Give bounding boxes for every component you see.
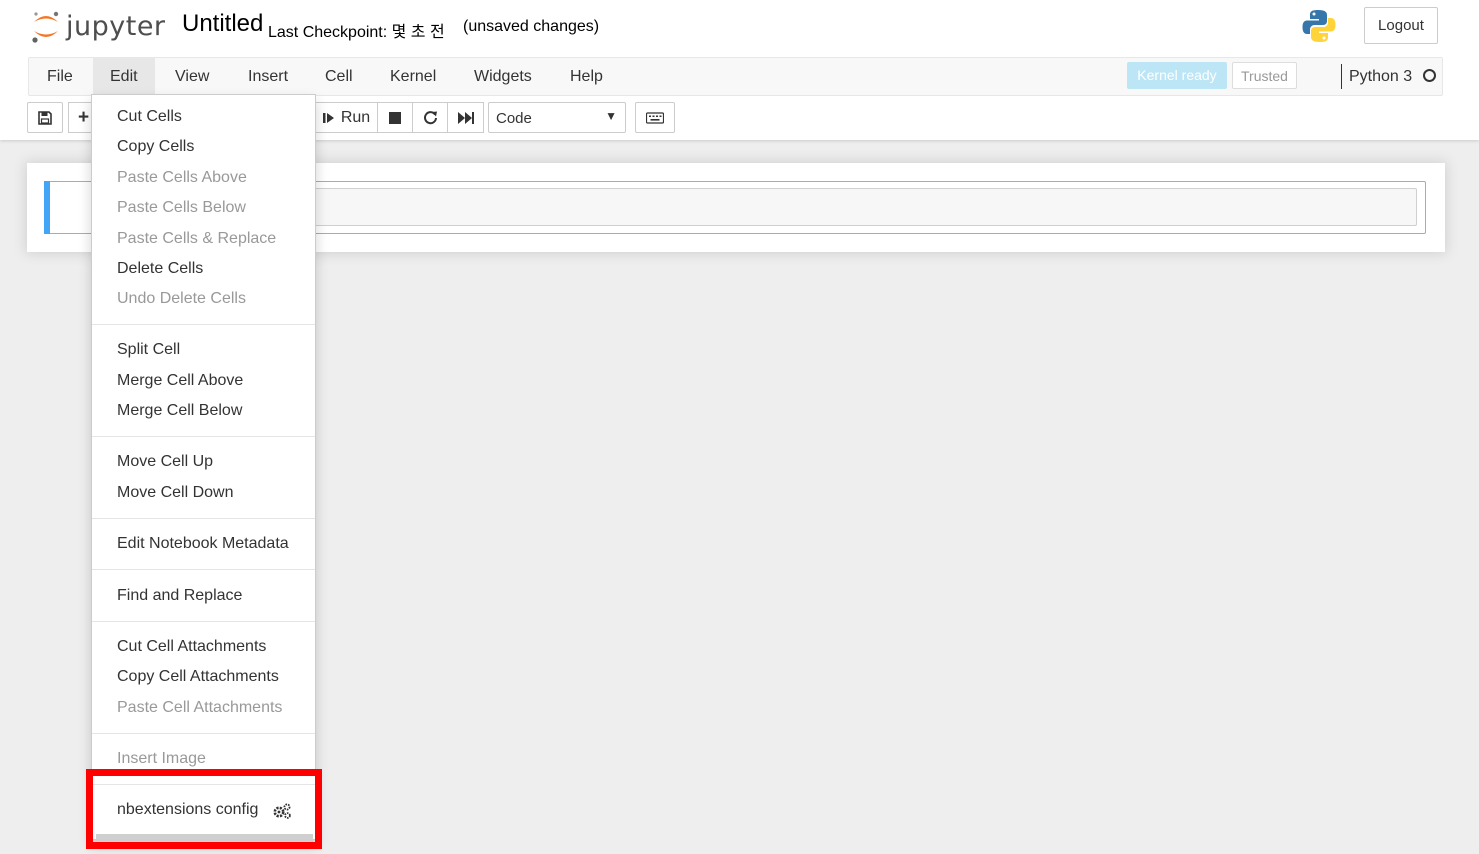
jupyter-logo[interactable]: jupyter (30, 8, 166, 44)
caret-down-icon: ▼ (605, 109, 617, 123)
menubar: File Edit View Insert Cell Kernel Widget… (28, 57, 1443, 96)
kernel-separator (1341, 64, 1342, 89)
menu-view[interactable]: View (158, 58, 226, 96)
menu-item-cut-cells[interactable]: Cut Cells (92, 102, 315, 132)
menu-item-find-and-replace[interactable]: Find and Replace (92, 581, 315, 611)
logout-button[interactable]: Logout (1364, 7, 1438, 44)
menu-item-edit-notebook-metadata[interactable]: Edit Notebook Metadata (92, 529, 315, 559)
plus-icon: + (78, 106, 90, 128)
menu-item-paste-cells-above[interactable]: Paste Cells Above (92, 163, 315, 193)
menu-divider (92, 621, 315, 622)
stop-icon (389, 111, 401, 124)
menu-kernel[interactable]: Kernel (373, 58, 453, 96)
menu-insert[interactable]: Insert (231, 58, 305, 96)
menu-item-merge-cell-below[interactable]: Merge Cell Below (92, 396, 315, 426)
cell-input-area[interactable] (144, 188, 1417, 226)
kernel-ready-indicator: Kernel ready (1127, 62, 1227, 89)
menu-item-move-cell-up[interactable]: Move Cell Up (92, 447, 315, 477)
cell-selected-bar (44, 181, 50, 234)
menu-item-delete-cells[interactable]: Delete Cells (92, 254, 315, 284)
run-label: Run (340, 108, 371, 126)
jupyter-logo-text: jupyter (66, 10, 166, 42)
menu-divider (92, 569, 315, 570)
menu-help[interactable]: Help (553, 58, 620, 96)
run-button[interactable]: Run (315, 102, 378, 133)
menu-item-split-cell[interactable]: Split Cell (92, 335, 315, 365)
refresh-icon (423, 111, 437, 125)
menu-item-paste-cells-replace[interactable]: Paste Cells & Replace (92, 224, 315, 254)
cell-type-select[interactable]: Code ▼ (488, 102, 626, 133)
edit-menu-dropdown: Cut Cells Copy Cells Paste Cells Above P… (91, 94, 316, 840)
restart-run-all-button[interactable] (447, 102, 484, 133)
kernel-idle-icon (1423, 69, 1436, 82)
menu-item-merge-cell-above[interactable]: Merge Cell Above (92, 366, 315, 396)
menu-divider (92, 733, 315, 734)
autosave-status: (unsaved changes) (463, 18, 600, 35)
menu-item-paste-cells-below[interactable]: Paste Cells Below (92, 193, 315, 223)
menu-item-copy-cells[interactable]: Copy Cells (92, 132, 315, 162)
interrupt-kernel-button[interactable] (377, 102, 413, 133)
trusted-badge[interactable]: Trusted (1232, 62, 1297, 89)
jupyter-logo-icon (32, 11, 59, 43)
save-button[interactable] (27, 102, 63, 133)
menu-widgets[interactable]: Widgets (457, 58, 549, 96)
notebook-title[interactable]: Untitled (182, 10, 263, 38)
highlight-box (86, 769, 322, 849)
command-palette-button[interactable] (635, 102, 675, 133)
python-logo-icon (1302, 10, 1336, 42)
menu-item-copy-cell-attachments[interactable]: Copy Cell Attachments (92, 662, 315, 692)
menu-file[interactable]: File (30, 58, 90, 96)
menu-divider (92, 324, 315, 325)
restart-kernel-button[interactable] (412, 102, 448, 133)
menu-item-cut-cell-attachments[interactable]: Cut Cell Attachments (92, 632, 315, 662)
menu-edit[interactable]: Edit (93, 58, 155, 96)
menu-divider (92, 518, 315, 519)
menu-divider (92, 436, 315, 437)
last-checkpoint: Last Checkpoint: 몇 초 전 (268, 24, 445, 41)
menu-cell[interactable]: Cell (308, 58, 370, 96)
fast-forward-icon (457, 111, 474, 124)
step-forward-icon (322, 112, 334, 123)
cell-type-value: Code (496, 110, 532, 127)
kernel-name[interactable]: Python 3 (1349, 58, 1412, 96)
save-icon (38, 110, 52, 125)
menu-item-paste-cell-attachments[interactable]: Paste Cell Attachments (92, 693, 315, 723)
menu-item-move-cell-down[interactable]: Move Cell Down (92, 478, 315, 508)
menu-item-undo-delete-cells[interactable]: Undo Delete Cells (92, 284, 315, 314)
keyboard-icon (646, 111, 664, 124)
